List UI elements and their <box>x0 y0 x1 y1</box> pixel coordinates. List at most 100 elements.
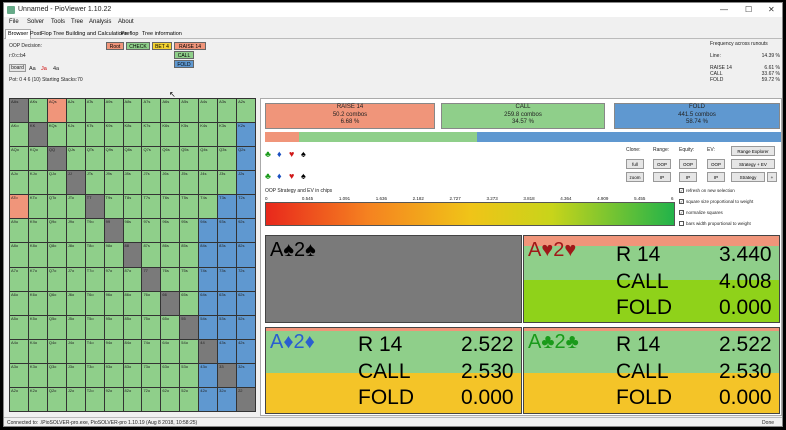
equity-oop-button[interactable]: OOP <box>679 159 697 169</box>
hand-cell[interactable]: K9o <box>28 219 47 243</box>
hand-cell[interactable]: 87o <box>123 267 142 291</box>
hand-cell[interactable]: 82o <box>123 387 142 411</box>
hand-cell[interactable]: 96o <box>104 291 123 315</box>
range-explorer-button[interactable]: Range Explorer <box>731 146 775 156</box>
hand-cell[interactable]: A9o <box>10 219 28 243</box>
hand-cell[interactable]: 93s <box>218 219 237 243</box>
close-icon[interactable]: ✕ <box>768 5 775 14</box>
hand-cell[interactable]: 53s <box>218 315 237 339</box>
hand-cell[interactable]: Q7o <box>47 267 66 291</box>
hand-cell[interactable]: 32s <box>237 363 255 387</box>
hand-cell[interactable]: K6s <box>161 123 180 147</box>
action-call[interactable]: CALL <box>174 51 194 59</box>
hand-cell[interactable]: 42s <box>237 339 255 363</box>
hand-cell[interactable]: K8s <box>123 123 142 147</box>
hand-panel-diamonds[interactable]: A♦2♦ R 14 2.522 CALL 2.530 FOLD 0.000 <box>265 327 522 414</box>
hand-cell[interactable]: JJ <box>66 171 85 195</box>
menu-tree[interactable]: Tree <box>71 19 83 25</box>
hand-cell[interactable]: KJs <box>66 123 85 147</box>
hand-cell[interactable]: K2o <box>28 387 47 411</box>
hand-cell[interactable]: K5o <box>28 315 47 339</box>
hand-cell[interactable]: 63s <box>218 291 237 315</box>
hand-cell[interactable]: ATs <box>85 99 104 123</box>
hand-cell[interactable]: A6o <box>10 291 28 315</box>
hand-cell[interactable]: Q8o <box>47 243 66 267</box>
menu-solver[interactable]: Solver <box>27 19 44 25</box>
hand-cell[interactable]: 65o <box>161 315 180 339</box>
action-check[interactable]: CHECK <box>126 42 150 50</box>
spade-suit-icon[interactable]: ♠ <box>301 171 306 181</box>
hand-cell[interactable]: 42o <box>199 387 218 411</box>
club-suit-icon[interactable]: ♣ <box>265 171 271 181</box>
summary-fold[interactable]: FOLD 441.5 combos 58.74 % <box>614 103 780 129</box>
hand-cell[interactable]: K5s <box>180 123 199 147</box>
hand-cell[interactable]: 94s <box>199 219 218 243</box>
hand-cell[interactable]: Q3s <box>218 147 237 171</box>
hand-cell[interactable]: Q9s <box>104 147 123 171</box>
hand-cell[interactable]: K9s <box>104 123 123 147</box>
hand-cell[interactable]: 32o <box>218 387 237 411</box>
hand-cell[interactable]: KK <box>28 123 47 147</box>
hand-cell[interactable]: JTo <box>66 195 85 219</box>
ev-ip-button[interactable]: IP <box>707 172 725 182</box>
hand-cell[interactable]: T6o <box>85 291 104 315</box>
hand-cell[interactable]: JTs <box>85 171 104 195</box>
hand-cell[interactable]: Q2o <box>47 387 66 411</box>
hand-cell[interactable]: A4o <box>10 339 28 363</box>
hand-cell[interactable]: J9s <box>104 171 123 195</box>
hand-cell[interactable]: T4s <box>199 195 218 219</box>
heart-suit-icon[interactable]: ♥ <box>289 149 294 159</box>
hand-cell[interactable]: A9s <box>104 99 123 123</box>
hand-cell[interactable]: A8s <box>123 99 142 123</box>
tab-postflop[interactable]: PostFlop Tree Building and Calculations <box>30 31 128 37</box>
hand-cell[interactable]: 76o <box>142 291 161 315</box>
hand-cell[interactable]: J5s <box>180 171 199 195</box>
diamond-suit-icon[interactable]: ♦ <box>277 149 282 159</box>
hand-cell[interactable]: 97o <box>104 267 123 291</box>
hand-cell[interactable]: 74o <box>142 339 161 363</box>
summary-call[interactable]: CALL 259.8 combos 34.57 % <box>441 103 605 129</box>
hand-cell[interactable]: 22 <box>237 387 255 411</box>
hand-cell[interactable]: A8o <box>10 243 28 267</box>
hand-cell[interactable]: KJo <box>28 171 47 195</box>
diamond-suit-icon[interactable]: ♦ <box>277 171 282 181</box>
hand-cell[interactable]: QTs <box>85 147 104 171</box>
hand-cell[interactable]: 55 <box>180 315 199 339</box>
hand-cell[interactable]: Q4s <box>199 147 218 171</box>
hand-cell[interactable]: 83s <box>218 243 237 267</box>
range-ip-button[interactable]: IP <box>653 172 671 182</box>
hand-cell[interactable]: 66 <box>161 291 180 315</box>
range-oop-button[interactable]: OOP <box>653 159 671 169</box>
hand-cell[interactable]: 62s <box>237 291 255 315</box>
hand-cell[interactable]: KQo <box>28 147 47 171</box>
hand-cell[interactable]: K8o <box>28 243 47 267</box>
hand-cell[interactable]: A7s <box>142 99 161 123</box>
hand-panel-hearts[interactable]: A♥2♥ R 14 3.440 CALL 4.008 FOLD 0.000 <box>523 235 780 323</box>
hand-cell[interactable]: 64o <box>161 339 180 363</box>
action-root[interactable]: Root <box>106 42 124 50</box>
hand-cell[interactable]: K7s <box>142 123 161 147</box>
hand-cell[interactable]: 95o <box>104 315 123 339</box>
summary-raise[interactable]: RAISE 14 50.2 combos 6.68 % <box>265 103 435 129</box>
hand-cell[interactable]: 88 <box>123 243 142 267</box>
hand-cell[interactable]: T3o <box>85 363 104 387</box>
hand-cell[interactable]: T9o <box>85 219 104 243</box>
hand-cell[interactable]: 98o <box>104 243 123 267</box>
action-bet[interactable]: BET 4 <box>152 42 172 50</box>
hand-cell[interactable]: A5o <box>10 315 28 339</box>
strategy-ev-button[interactable]: Strategy + EV <box>731 159 775 169</box>
checkbox-bars-width[interactable]: bars width proportional to weight <box>679 221 751 227</box>
hand-cell[interactable]: T9s <box>104 195 123 219</box>
hand-cell[interactable]: 83o <box>123 363 142 387</box>
hand-cell[interactable]: K2s <box>237 123 255 147</box>
hand-cell[interactable]: 95s <box>180 219 199 243</box>
hand-cell[interactable]: 92o <box>104 387 123 411</box>
hand-cell[interactable]: Q9o <box>47 219 66 243</box>
hand-cell[interactable]: 62o <box>161 387 180 411</box>
hand-cell[interactable]: T2s <box>237 195 255 219</box>
hand-cell[interactable]: J7o <box>66 267 85 291</box>
hand-cell[interactable]: 74s <box>199 267 218 291</box>
hand-cell[interactable]: Q7s <box>142 147 161 171</box>
hand-cell[interactable]: T8s <box>123 195 142 219</box>
hand-cell[interactable]: 76s <box>161 267 180 291</box>
